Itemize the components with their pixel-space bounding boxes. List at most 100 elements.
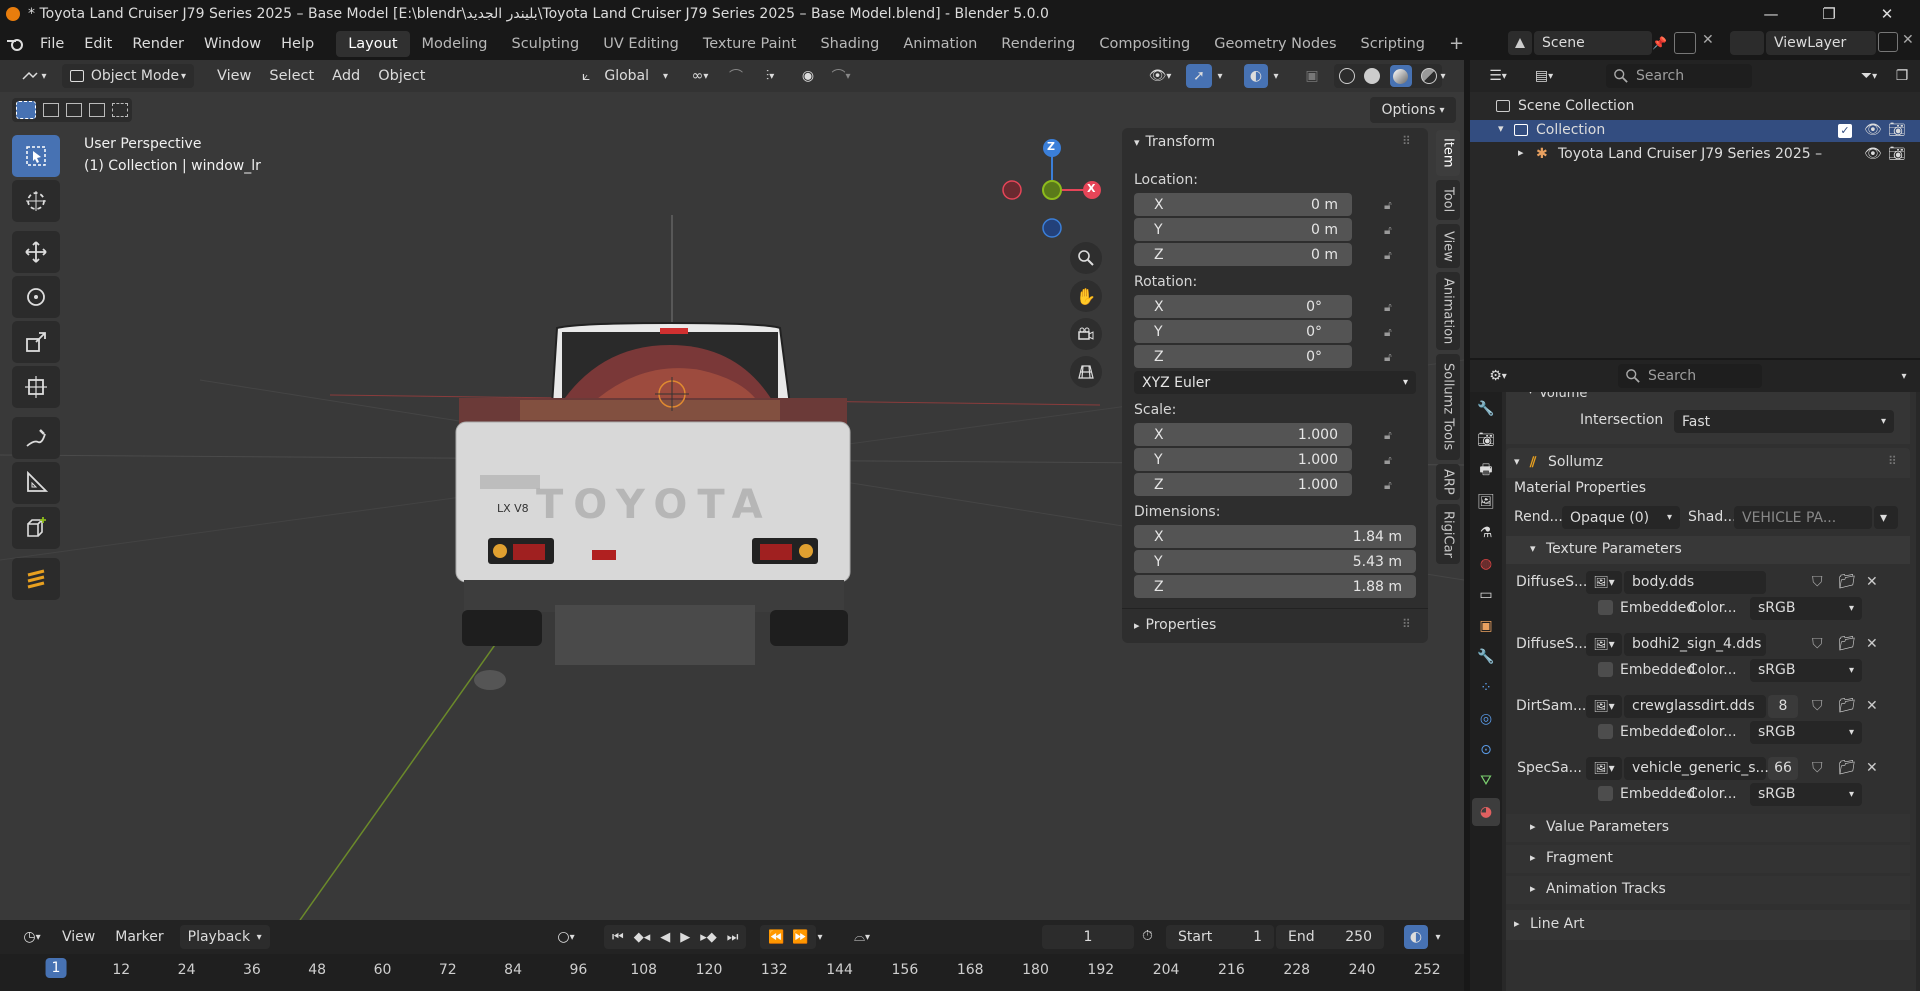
dimensions-y-field[interactable]: Y 5.43 m xyxy=(1134,550,1416,573)
gizmo-dropdown-icon[interactable]: ▾ xyxy=(1212,64,1228,88)
tab-compositing[interactable]: Compositing xyxy=(1087,31,1202,57)
viewport-menu-object[interactable]: Object xyxy=(369,68,434,84)
camera-icon[interactable]: 📷︎ xyxy=(1888,146,1906,162)
lock-icon[interactable]: 🔓︎ xyxy=(1384,350,1398,364)
scale-tool-icon[interactable] xyxy=(12,321,60,363)
wireframe-shading-icon[interactable] xyxy=(1338,68,1355,84)
particles-tab-icon[interactable]: ⁘ xyxy=(1472,674,1500,702)
tab-rendering[interactable]: Rendering xyxy=(989,31,1087,57)
unlink-icon[interactable]: ✕ xyxy=(1866,636,1878,652)
shading-dropdown-icon[interactable]: ▾ xyxy=(1434,64,1452,88)
material-preview-shading-icon[interactable] xyxy=(1389,65,1412,87)
world-tab-icon[interactable]: ◍ xyxy=(1472,550,1500,578)
next-keyframe-icon[interactable]: ▸◆ xyxy=(696,930,721,945)
lock-icon[interactable]: 🔓︎ xyxy=(1384,300,1398,314)
embedded-checkbox[interactable] xyxy=(1598,600,1613,615)
measure-tool-icon[interactable] xyxy=(12,462,60,504)
shader-dropdown-icon[interactable]: ▾ xyxy=(1874,506,1898,529)
timeline-editor-type-icon[interactable]: ◷ ▾ xyxy=(12,925,52,949)
outliner-row-object[interactable]: ▸ ✱ Toyota Land Cruiser J79 Series 2025 … xyxy=(1470,144,1920,166)
tab-arp[interactable]: ARP xyxy=(1436,464,1460,500)
tab-animation[interactable]: Animation xyxy=(891,31,989,57)
data-tab-icon[interactable]: ⛛ xyxy=(1472,767,1500,795)
lock-icon[interactable]: 🔓︎ xyxy=(1384,248,1398,262)
proportional-falloff-icon[interactable]: ⌒ ▾ xyxy=(824,64,858,88)
lock-icon[interactable]: 🔓︎ xyxy=(1384,478,1398,492)
tab-modeling[interactable]: Modeling xyxy=(410,31,500,57)
colorspace-dropdown[interactable]: sRGB ▾ xyxy=(1750,720,1862,744)
timeline-overlay-dropdown-icon[interactable]: ▾ xyxy=(1430,925,1446,949)
render-bucket-dropdown[interactable]: Opaque (0) ▾ xyxy=(1562,506,1680,529)
rotation-y-field[interactable]: Y 0° xyxy=(1134,320,1352,343)
tab-rigicar[interactable]: RigiCar xyxy=(1436,504,1460,564)
pin-icon[interactable]: 📌 xyxy=(1652,36,1667,50)
expand-arrow-icon[interactable]: ▾ xyxy=(1498,122,1504,135)
current-frame-field[interactable]: 1 xyxy=(1042,925,1134,949)
eye-icon[interactable]: 👁 xyxy=(1864,122,1882,138)
camera-icon[interactable]: 📷︎ xyxy=(1888,122,1906,138)
rotation-mode-dropdown[interactable]: XYZ Euler ▾ xyxy=(1134,371,1416,394)
minimize-button[interactable]: — xyxy=(1748,0,1794,28)
tab-scripting[interactable]: Scripting xyxy=(1349,31,1437,57)
timeline-menu-marker[interactable]: Marker xyxy=(105,929,173,945)
scale-y-field[interactable]: Y 1.000 xyxy=(1134,448,1352,471)
tool-tab-icon[interactable]: 🔧 xyxy=(1472,395,1500,423)
options-dropdown[interactable]: Options ▾ xyxy=(1370,97,1456,123)
sollumz-panel-header[interactable]: ▾ ⫽ Sollumz ⠿ xyxy=(1506,448,1910,478)
proportional-edit-icon[interactable]: ◉ xyxy=(796,64,820,88)
select-invert-icon[interactable] xyxy=(89,103,106,117)
end-frame-field[interactable]: End 250 xyxy=(1276,925,1384,949)
tab-shading[interactable]: Shading xyxy=(808,31,891,57)
shader-field[interactable]: VEHICLE PA... xyxy=(1734,506,1872,529)
embedded-checkbox[interactable] xyxy=(1598,786,1613,801)
fragment-header[interactable]: ▸ Fragment xyxy=(1506,845,1910,873)
rotation-z-field[interactable]: Z 0° xyxy=(1134,345,1352,368)
display-mode-icon[interactable]: ▤ ▾ xyxy=(1524,64,1564,88)
camera-view-icon[interactable] xyxy=(1070,318,1102,350)
snap-toggle-icon[interactable]: ⌒ xyxy=(724,64,748,88)
lock-icon[interactable]: 🔓︎ xyxy=(1384,325,1398,339)
location-x-field[interactable]: X 0 m xyxy=(1134,193,1352,216)
ortho-grid-icon[interactable] xyxy=(1070,356,1102,388)
zoom-icon[interactable] xyxy=(1070,242,1102,274)
tab-sculpting[interactable]: Sculpting xyxy=(499,31,591,57)
fake-user-shield-icon[interactable]: ⛉ xyxy=(1812,636,1823,652)
auto-keying-icon[interactable]: ⌓ ▾ xyxy=(838,925,886,949)
timeline-overlay-icon[interactable]: ◐ xyxy=(1404,925,1428,949)
new-scene-icon[interactable] xyxy=(1674,32,1696,54)
jump-end-icon[interactable]: ⏭ xyxy=(723,930,743,945)
image-browse-icon[interactable]: 🖼▾ xyxy=(1586,632,1622,656)
texture-file-field[interactable]: crewglassdirt.dds xyxy=(1624,694,1766,718)
add-cube-tool-icon[interactable] xyxy=(12,507,60,549)
close-window-button[interactable]: ✕ xyxy=(1864,0,1910,28)
tab-animation[interactable]: Animation xyxy=(1436,272,1460,350)
open-folder-icon[interactable]: 📁︎ xyxy=(1838,574,1856,590)
select-new-icon[interactable] xyxy=(15,101,36,119)
texture-file-field[interactable]: body.dds xyxy=(1624,570,1766,594)
lock-icon[interactable]: 🔓︎ xyxy=(1384,198,1398,212)
location-z-field[interactable]: Z 0 m xyxy=(1134,243,1352,266)
new-collection-icon[interactable]: ❐ xyxy=(1890,64,1914,88)
animation-tracks-header[interactable]: ▸ Animation Tracks xyxy=(1506,876,1910,904)
line-art-header[interactable]: ▸ Line Art xyxy=(1506,910,1910,940)
transform-tool-icon[interactable] xyxy=(12,366,60,408)
editor-type-icon[interactable]: ▾ xyxy=(12,64,56,88)
delete-viewlayer-icon[interactable]: ✕ xyxy=(1902,32,1914,48)
texture-users-count[interactable]: 8 xyxy=(1768,694,1798,718)
colorspace-dropdown[interactable]: sRGB ▾ xyxy=(1750,658,1862,682)
properties-panel-header[interactable]: ▸ Properties xyxy=(1134,617,1216,633)
scene-selector-icon[interactable] xyxy=(1508,31,1532,55)
outliner-row-collection[interactable]: ▾ Collection ✓ 👁 📷︎ xyxy=(1470,120,1920,142)
keyframe-nav-dropdown-icon[interactable]: ▾ xyxy=(812,925,828,949)
filter-icon[interactable]: ⏷ ▾ xyxy=(1850,64,1888,88)
tab-texture-paint[interactable]: Texture Paint xyxy=(691,31,809,57)
menu-window[interactable]: Window xyxy=(194,31,271,57)
viewport-menu-view[interactable]: View xyxy=(208,68,260,84)
gizmo-toggle-icon[interactable]: ➚ xyxy=(1186,64,1212,88)
output-tab-icon[interactable]: 🖶 xyxy=(1472,457,1500,485)
modifiers-tab-icon[interactable]: 🔧 xyxy=(1472,643,1500,671)
constraints-tab-icon[interactable]: ⊙ xyxy=(1472,736,1500,764)
pan-hand-icon[interactable]: ✋ xyxy=(1070,280,1102,312)
dimensions-z-field[interactable]: Z 1.88 m xyxy=(1134,575,1416,598)
image-browse-icon[interactable]: 🖼▾ xyxy=(1586,570,1622,594)
